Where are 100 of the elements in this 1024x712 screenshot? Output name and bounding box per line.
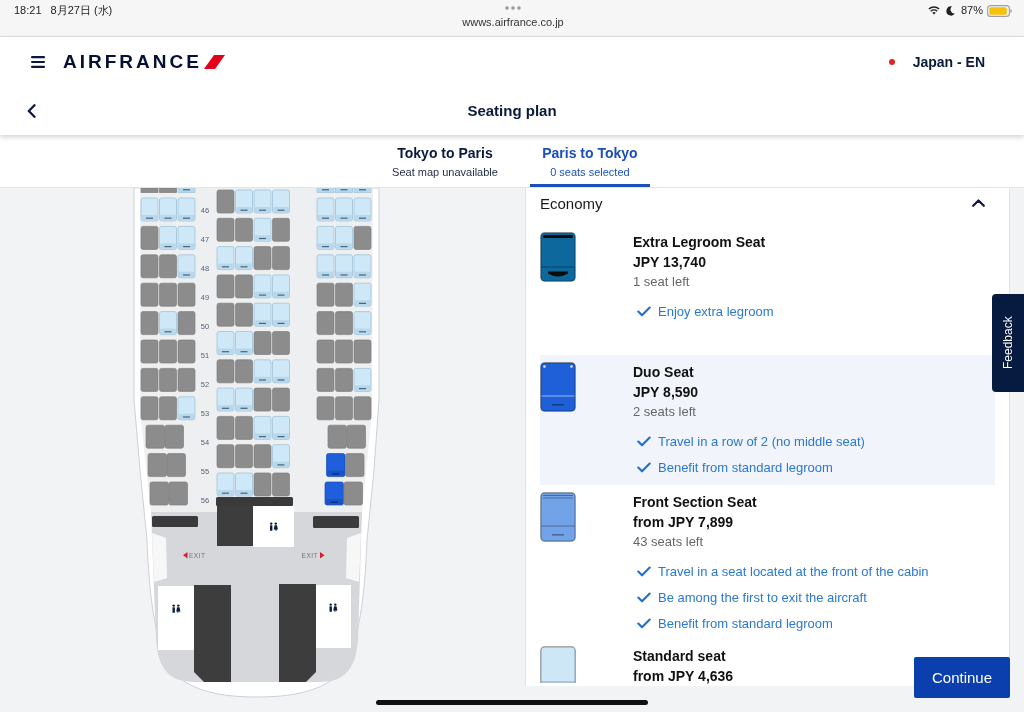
seat[interactable] — [353, 254, 372, 279]
seat — [216, 189, 235, 214]
seat[interactable] — [177, 396, 196, 421]
page-title: Seating plan — [467, 102, 557, 119]
bulkhead-block — [313, 516, 359, 528]
seat[interactable] — [335, 254, 353, 279]
seat — [159, 339, 177, 364]
seat — [140, 226, 159, 250]
lavatory-block — [158, 586, 194, 650]
logo-stripe-icon — [203, 54, 225, 69]
seat — [327, 424, 347, 449]
seat[interactable] — [353, 188, 372, 193]
seat — [166, 453, 186, 477]
seat — [235, 274, 253, 299]
seat — [216, 359, 235, 384]
seat — [335, 396, 353, 421]
seat — [272, 387, 290, 412]
flight-tab[interactable]: Tokyo to Paris Seat map unavailable — [380, 135, 510, 187]
seat — [140, 282, 159, 307]
exit-arrow-icon — [183, 552, 188, 559]
seat[interactable] — [316, 254, 335, 279]
seat — [335, 339, 353, 364]
seat — [272, 217, 290, 242]
seat — [335, 311, 353, 335]
back-button[interactable] — [27, 103, 36, 118]
continue-button[interactable]: Continue — [914, 657, 1010, 698]
feature-text: Enjoy extra legroom — [658, 303, 774, 319]
wifi-icon — [927, 6, 940, 15]
seat-type-name: Extra Legroom Seat — [633, 233, 767, 252]
galley-block — [217, 506, 253, 546]
seat — [140, 254, 159, 279]
seat-type-option[interactable]: Front Section Seat from JPY 7,899 43 seats left Travel in a seat located at the front of the cabin Be among the first to exit the aircraft Benefit from standard legroom — [540, 485, 929, 639]
seat — [140, 311, 159, 335]
seat-type-name: Front Section Seat — [633, 493, 758, 512]
seat-price: from JPY 4,636 — [633, 667, 734, 686]
seat — [164, 424, 184, 449]
seat[interactable] — [272, 359, 290, 384]
seat — [159, 282, 177, 307]
seat — [235, 302, 253, 327]
seat — [343, 481, 363, 506]
seat — [159, 254, 177, 279]
seat — [177, 368, 196, 392]
seat-type-option[interactable]: Standard seat from JPY 4,636 — [540, 639, 734, 686]
seat — [159, 396, 177, 421]
seat — [235, 416, 253, 440]
seat-price: JPY 8,590 — [633, 383, 700, 402]
seat — [235, 359, 253, 384]
seat[interactable] — [177, 254, 196, 279]
locale-dot-icon — [888, 58, 895, 65]
seat — [353, 339, 372, 364]
airline-logo-link[interactable]: AIRFRANCE — [63, 51, 225, 72]
seat — [272, 246, 290, 270]
seat — [253, 444, 272, 469]
seat — [216, 444, 235, 469]
feedback-button[interactable]: Feedback — [992, 294, 1024, 392]
seat — [353, 396, 372, 421]
seats-left-text: 1 seat left — [633, 273, 691, 291]
feature-text: Benefit from standard legroom — [658, 459, 833, 475]
seat[interactable] — [177, 188, 196, 193]
seat — [216, 274, 235, 299]
seat-type-option[interactable]: Duo Seat JPY 8,590 2 seats left Travel in a row of 2 (no middle seat) Benefit from standard legroom — [540, 355, 995, 485]
clock-time: 18:21 — [14, 4, 42, 17]
seat-type-option[interactable]: Extra Legroom Seat JPY 13,740 1 seat left Enjoy extra legroom — [540, 225, 774, 355]
menu-icon — [31, 55, 45, 68]
seat — [159, 368, 177, 392]
seat — [140, 368, 159, 392]
more-dots-icon[interactable] — [505, 6, 521, 10]
seat — [335, 368, 353, 392]
seat[interactable] — [316, 188, 335, 193]
seat-type-name: Duo Seat — [633, 363, 695, 382]
seat[interactable] — [324, 481, 344, 506]
seat — [316, 339, 335, 364]
seat[interactable] — [335, 188, 353, 193]
seat — [316, 368, 335, 392]
seat — [272, 331, 290, 355]
feature-text: Be among the first to exit the aircraft — [658, 589, 867, 605]
seat — [253, 246, 272, 270]
check-icon — [637, 617, 651, 629]
seat[interactable] — [326, 453, 346, 477]
locale-button[interactable]: Japan - EN — [888, 53, 985, 70]
menu-button[interactable] — [31, 55, 45, 68]
seat — [149, 481, 169, 506]
seat-type-name: Standard seat — [633, 647, 727, 666]
seat[interactable] — [253, 359, 272, 384]
seat — [140, 396, 159, 421]
exit-arrow-icon — [320, 552, 325, 559]
feature-text: Travel in a row of 2 (no middle seat) — [658, 433, 865, 449]
seat[interactable] — [253, 274, 272, 299]
feature-text: Travel in a seat located at the front of the cabin — [658, 563, 929, 579]
check-icon — [637, 591, 651, 603]
check-icon — [637, 461, 651, 473]
url-address[interactable]: wwws.airfrance.co.jp — [462, 16, 564, 29]
seats-left-text: 2 seats left — [633, 403, 697, 421]
cabin-class-toggle[interactable]: Economy — [540, 190, 995, 216]
seat — [335, 282, 353, 307]
restroom-icon — [270, 522, 278, 531]
seat — [235, 444, 253, 469]
restroom-icon — [329, 603, 338, 612]
seat-price: JPY 13,740 — [633, 253, 707, 272]
lavatory-block — [253, 506, 294, 547]
